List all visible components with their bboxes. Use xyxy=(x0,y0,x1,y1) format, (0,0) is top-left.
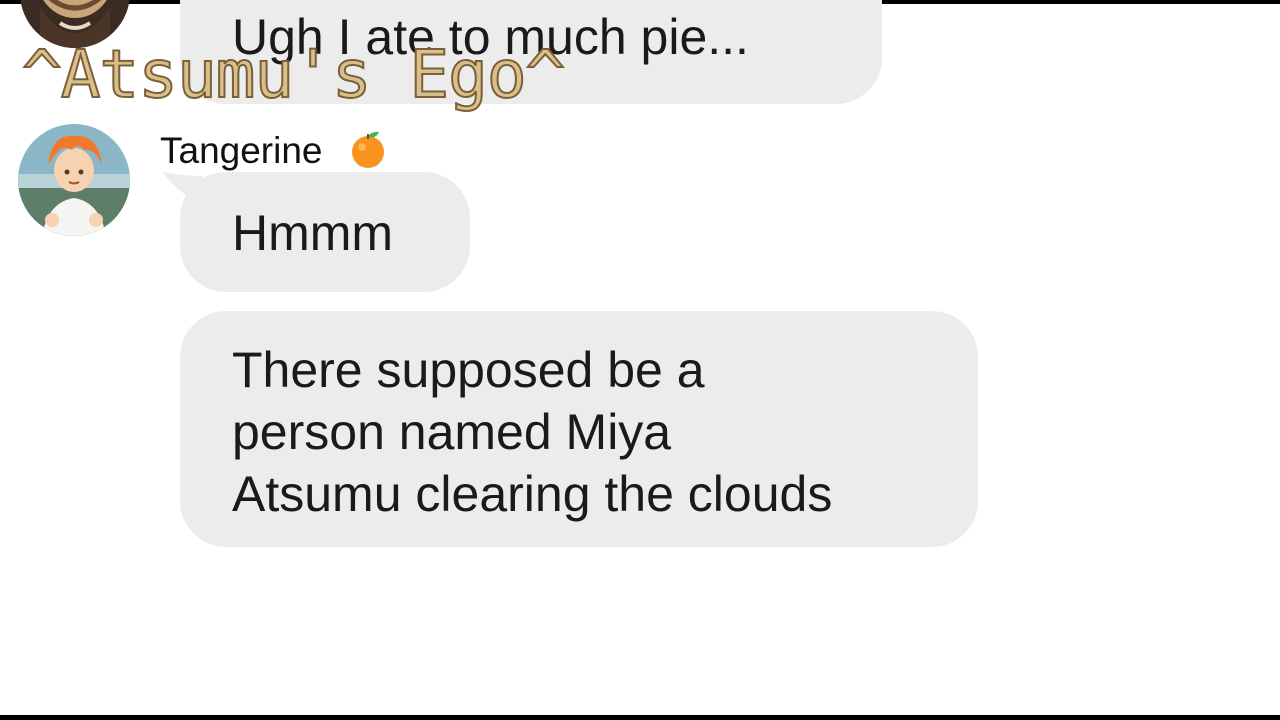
avatar-image xyxy=(18,124,130,236)
sender-name: Tangerine xyxy=(160,127,389,178)
message-line: There supposed be a xyxy=(232,342,705,398)
letterbox-bottom xyxy=(0,715,1280,720)
chat-screen: Ugh I ate to much pie... Tangerine Hmmm … xyxy=(0,0,1280,720)
avatar-tangerine[interactable] xyxy=(18,124,130,236)
title-watermark: ^Atsumu's Ego^ xyxy=(21,35,566,114)
message-text: Hmmm xyxy=(232,205,394,261)
message-line: Atsumu clearing the clouds xyxy=(232,466,833,522)
message-bubble: Hmmm xyxy=(180,172,470,292)
sender-name-text: Tangerine xyxy=(160,130,323,171)
message-bubble: There supposed be a person named Miya At… xyxy=(180,311,978,547)
orange-emoji-icon xyxy=(347,127,389,178)
message-line: person named Miya xyxy=(232,404,672,460)
